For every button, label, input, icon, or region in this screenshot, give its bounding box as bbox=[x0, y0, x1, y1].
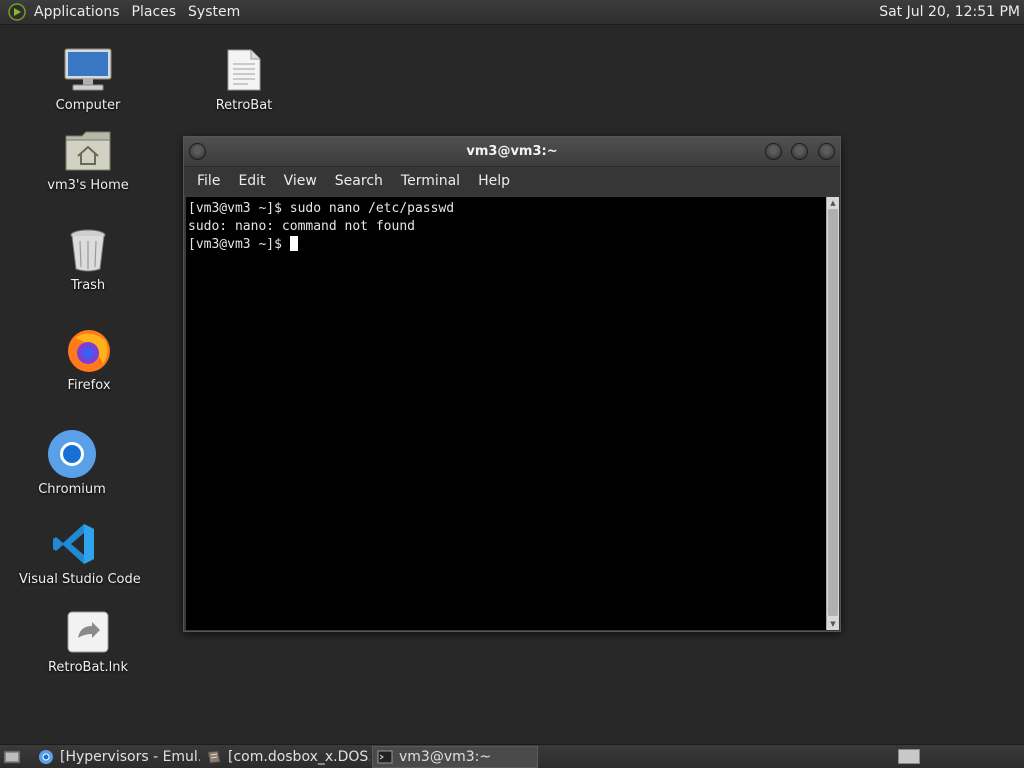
scroll-down-icon[interactable]: ▼ bbox=[827, 618, 839, 630]
desktop-icon-chromium[interactable]: Chromium bbox=[17, 428, 127, 497]
menu-file[interactable]: File bbox=[188, 167, 229, 195]
desktop-icon-label: Trash bbox=[70, 278, 106, 293]
terminal-line: sudo: nano: command not found bbox=[188, 219, 415, 234]
window-titlebar[interactable]: vm3@vm3:~ bbox=[184, 137, 840, 167]
desktop-icon-label: Visual Studio Code bbox=[19, 572, 141, 587]
desktop-icon-label: Chromium bbox=[38, 482, 106, 497]
terminal-scrollbar[interactable]: ▲ ▼ bbox=[826, 197, 839, 630]
shortcut-file-icon bbox=[62, 606, 114, 658]
desktop-icon-firefox[interactable]: Firefox bbox=[34, 324, 144, 393]
vscode-icon bbox=[48, 518, 100, 570]
show-desktop-icon[interactable] bbox=[3, 749, 21, 764]
terminal-icon bbox=[377, 750, 393, 764]
desktop-icon-home[interactable]: vm3's Home bbox=[33, 124, 143, 193]
menu-view[interactable]: View bbox=[275, 167, 326, 195]
system-menu[interactable]: System bbox=[182, 0, 246, 25]
desktop-icon-label: RetroBat.lnk bbox=[47, 660, 129, 675]
terminal-prompt-line: [vm3@vm3 ~]$ bbox=[188, 236, 826, 254]
terminal-window[interactable]: vm3@vm3:~ File Edit View Search Terminal… bbox=[183, 136, 841, 632]
clock[interactable]: Sat Jul 20, 12:51 PM bbox=[879, 0, 1020, 25]
desktop-icon-vscode[interactable]: Visual Studio Code bbox=[19, 518, 141, 587]
window-title: vm3@vm3:~ bbox=[466, 144, 558, 159]
bottom-panel: [Hypervisors - Emul... [com.dosbox_x.DOS… bbox=[0, 744, 1024, 768]
desktop-icon-retrobat[interactable]: RetroBat bbox=[189, 44, 299, 113]
desktop-icon-trash[interactable]: Trash bbox=[33, 224, 143, 293]
chromium-icon bbox=[39, 750, 53, 764]
taskbar-item-label: vm3@vm3:~ bbox=[399, 749, 492, 765]
workspace-switcher[interactable] bbox=[898, 749, 920, 764]
close-button[interactable] bbox=[818, 143, 835, 160]
taskbar-item-dosbox[interactable]: [com.dosbox_x.DOS... bbox=[202, 746, 370, 768]
desktop-icon-label: Firefox bbox=[67, 378, 111, 393]
scrollbar-thumb[interactable] bbox=[828, 209, 838, 616]
chromium-icon bbox=[46, 428, 98, 480]
top-panel: Applications Places System Sat Jul 20, 1… bbox=[0, 0, 1024, 25]
app-icon bbox=[207, 750, 221, 764]
scroll-up-icon[interactable]: ▲ bbox=[827, 197, 839, 209]
taskbar-item-label: [Hypervisors - Emul... bbox=[60, 749, 200, 765]
desktop-icon-label: vm3's Home bbox=[47, 178, 129, 193]
trash-icon bbox=[62, 224, 114, 276]
text-file-icon bbox=[218, 44, 270, 96]
firefox-icon bbox=[63, 324, 115, 376]
minimize-button[interactable] bbox=[765, 143, 782, 160]
places-menu[interactable]: Places bbox=[126, 0, 183, 25]
computer-icon bbox=[62, 44, 114, 96]
taskbar-item-hypervisors[interactable]: [Hypervisors - Emul... bbox=[34, 746, 200, 768]
taskbar-item-terminal[interactable]: vm3@vm3:~ bbox=[372, 746, 538, 768]
menu-edit[interactable]: Edit bbox=[229, 167, 274, 195]
desktop-icon-retrobat-lnk[interactable]: RetroBat.lnk bbox=[33, 606, 143, 675]
desktop-icon-label: RetroBat bbox=[215, 98, 273, 113]
distro-logo-icon[interactable] bbox=[8, 3, 26, 21]
desktop-icon-computer[interactable]: Computer bbox=[33, 44, 143, 113]
terminal-prompt: [vm3@vm3 ~]$ bbox=[188, 237, 290, 252]
home-folder-icon bbox=[62, 124, 114, 176]
text-cursor bbox=[289, 236, 298, 251]
menu-help[interactable]: Help bbox=[469, 167, 519, 195]
applications-menu[interactable]: Applications bbox=[28, 0, 126, 25]
terminal-output[interactable]: [vm3@vm3 ~]$ sudo nano /etc/passwd sudo: … bbox=[186, 197, 826, 630]
taskbar-item-label: [com.dosbox_x.DOS... bbox=[228, 749, 370, 765]
terminal-menubar: File Edit View Search Terminal Help bbox=[184, 167, 840, 195]
menu-search[interactable]: Search bbox=[326, 167, 392, 195]
desktop-icon-label: Computer bbox=[55, 98, 121, 113]
menu-terminal[interactable]: Terminal bbox=[392, 167, 469, 195]
terminal-line: [vm3@vm3 ~]$ sudo nano /etc/passwd bbox=[188, 201, 455, 216]
maximize-button[interactable] bbox=[791, 143, 808, 160]
